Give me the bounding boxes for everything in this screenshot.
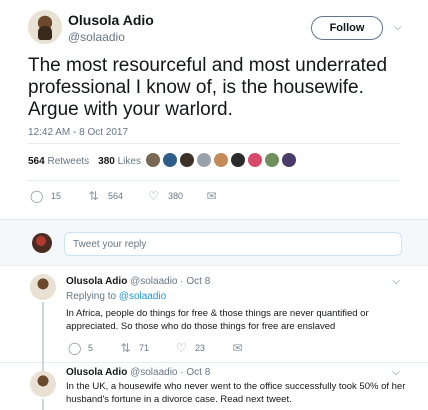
liker-avatar[interactable] [197, 153, 211, 167]
reply-actions: ◯ 5 ⇅ 71 ♡ 23 ✉ [68, 342, 244, 354]
author-handle[interactable]: @solaadio [68, 30, 125, 44]
retweet-action[interactable]: ⇅ 564 [87, 190, 123, 202]
message-action[interactable]: ✉ [205, 190, 218, 202]
replying-to: Replying to @solaadio [66, 291, 166, 302]
liker-avatar[interactable] [180, 153, 194, 167]
retweet-count: 71 [139, 343, 150, 353]
tweet-actions: ◯ 15 ⇅ 564 ♡ 380 ✉ [30, 190, 218, 202]
tweet-text: The most resourceful and most underrated… [28, 55, 388, 120]
reply-author-name[interactable]: Olusola Adio [66, 367, 127, 378]
retweet-count: 564 [108, 191, 124, 201]
like-action[interactable]: ♡ 380 [147, 190, 183, 202]
reply-count: 15 [51, 191, 62, 201]
likers-avatars [146, 153, 296, 167]
chevron-down-icon[interactable]: ⌵ [394, 22, 402, 33]
tweet-timestamp[interactable]: 12:42 AM - 8 Oct 2017 [28, 127, 128, 138]
chevron-down-icon[interactable]: ⌵ [392, 276, 400, 287]
reply-author-name[interactable]: Olusola Adio [66, 276, 127, 287]
retweet-icon: ⇅ [120, 341, 131, 355]
dot-separator: · [180, 276, 184, 287]
reply-date[interactable]: Oct 8 [186, 276, 210, 287]
reply-tweet[interactable]: Olusola Adio @solaadio · Oct 8 ⌵ In the … [0, 363, 428, 410]
reply-box: Tweet your reply [0, 219, 428, 266]
replying-prefix: Replying to [66, 291, 117, 302]
author-name[interactable]: Olusola Adio [68, 12, 154, 28]
retweets-count: 564 [28, 156, 45, 167]
divider [28, 143, 400, 144]
reply-author-avatar[interactable] [30, 274, 56, 300]
heart-icon: ♡ [176, 341, 187, 355]
divider [28, 180, 400, 181]
likes-label: Likes [117, 156, 141, 167]
reply-header: Olusola Adio @solaadio · Oct 8 [66, 367, 210, 378]
reply-action[interactable]: ◯ 5 [68, 342, 93, 354]
message-action[interactable]: ✉ [231, 342, 244, 354]
reply-text: In the UK, a housewife who never went to… [66, 381, 406, 405]
like-count: 380 [168, 191, 184, 201]
reply-icon: ◯ [68, 341, 82, 355]
thread-line [42, 399, 44, 410]
retweets-label: Retweets [47, 156, 90, 167]
retweet-icon: ⇅ [88, 189, 99, 203]
reply-header: Olusola Adio @solaadio · Oct 8 [66, 276, 210, 287]
current-user-avatar [32, 233, 52, 253]
message-icon: ✉ [206, 189, 217, 203]
retweet-action[interactable]: ⇅ 71 [119, 342, 149, 354]
likes-count: 380 [98, 156, 115, 167]
follow-button[interactable]: Follow [311, 16, 383, 40]
reply-author-handle[interactable]: @solaadio [130, 276, 177, 287]
liker-avatar[interactable] [282, 153, 296, 167]
heart-icon: ♡ [148, 189, 159, 203]
chevron-down-icon[interactable]: ⌵ [392, 367, 400, 378]
reply-count: 5 [88, 343, 94, 353]
liker-avatar[interactable] [231, 153, 245, 167]
main-tweet: Olusola Adio @solaadio Follow ⌵ The most… [0, 0, 428, 220]
like-action[interactable]: ♡ 23 [175, 342, 205, 354]
dot-separator: · [180, 367, 184, 378]
reply-icon: ◯ [30, 189, 44, 203]
reply-date[interactable]: Oct 8 [186, 367, 210, 378]
liker-avatar[interactable] [248, 153, 262, 167]
tweet-stats: 564 Retweets 380 Likes [28, 156, 141, 167]
likes-stat[interactable]: 380 Likes [98, 156, 141, 167]
reply-action[interactable]: ◯ 15 [30, 190, 61, 202]
reply-input[interactable]: Tweet your reply [64, 232, 402, 256]
author-avatar[interactable] [28, 10, 62, 44]
liker-avatar[interactable] [265, 153, 279, 167]
message-icon: ✉ [232, 341, 243, 355]
like-count: 23 [195, 343, 206, 353]
liker-avatar[interactable] [146, 153, 160, 167]
replying-handle[interactable]: @solaadio [119, 291, 166, 302]
thread-line [42, 363, 44, 371]
retweets-stat[interactable]: 564 Retweets [28, 156, 89, 167]
liker-avatar[interactable] [163, 153, 177, 167]
thread-line [42, 302, 44, 364]
reply-author-avatar[interactable] [30, 371, 56, 397]
liker-avatar[interactable] [214, 153, 228, 167]
reply-author-handle[interactable]: @solaadio [130, 367, 177, 378]
reply-tweet[interactable]: Olusola Adio @solaadio · Oct 8 ⌵ Replyin… [0, 266, 428, 364]
reply-text: In Africa, people do things for free & t… [66, 308, 369, 332]
